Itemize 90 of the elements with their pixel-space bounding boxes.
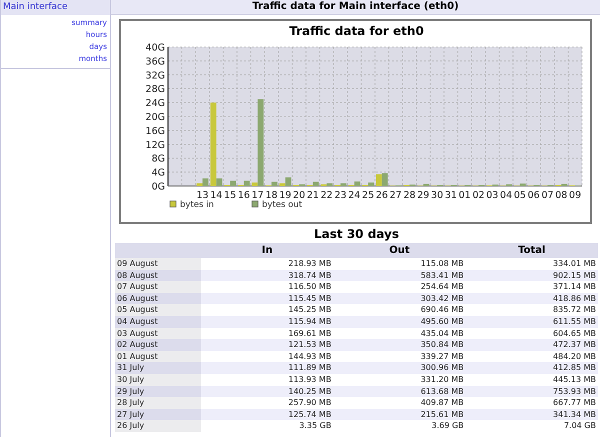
table-cell: 495.60 MB — [333, 316, 466, 328]
y-tick-label: 36G — [146, 56, 165, 68]
x-tick-label: 22 — [320, 190, 333, 201]
x-tick-label: 05 — [514, 190, 526, 201]
x-tick-label: 03 — [486, 190, 498, 201]
x-tick-label: 24 — [348, 190, 360, 201]
x-tick-label: 13 — [196, 190, 209, 201]
column-header: Total — [466, 243, 598, 258]
table-cell: 583.41 MB — [333, 270, 466, 282]
y-tick-label: 28G — [146, 84, 165, 96]
date-cell: 02 August — [115, 339, 201, 351]
date-cell: 06 August — [115, 292, 201, 304]
x-tick-label: 20 — [293, 190, 306, 201]
table-cell: 318.74 MB — [201, 270, 334, 282]
table-cell: 412.85 MB — [466, 362, 598, 374]
y-tick-label: 20G — [146, 112, 165, 123]
date-cell: 09 August — [115, 258, 201, 270]
x-tick-label: 07 — [541, 190, 554, 201]
x-tick-label: 01 — [458, 190, 471, 201]
y-tick-label: 12G — [146, 140, 165, 151]
x-tick-label: 28 — [403, 190, 416, 201]
date-cell: 29 July — [115, 386, 201, 398]
y-tick-label: 4G — [152, 168, 165, 179]
table-cell: 125.74 MB — [201, 408, 334, 420]
y-tick-label: 8G — [152, 154, 165, 165]
x-tick-label: 29 — [417, 190, 430, 201]
date-cell: 31 July — [115, 362, 201, 374]
x-tick-label: 15 — [224, 190, 236, 201]
table-cell: 350.84 MB — [333, 339, 466, 351]
date-cell: 04 August — [115, 316, 201, 328]
x-tick-label: 04 — [500, 190, 512, 201]
x-tick-label: 02 — [472, 190, 485, 201]
table-cell: 115.45 MB — [201, 292, 334, 304]
table-cell: 418.86 MB — [466, 292, 598, 304]
date-cell: 07 August — [115, 281, 201, 293]
x-tick-label: 25 — [362, 190, 374, 201]
x-tick-label: 08 — [555, 190, 568, 201]
sidebar-title[interactable]: Main interface — [1, 0, 110, 15]
y-tick-label: 24G — [146, 98, 165, 110]
table-cell: 753.93 MB — [466, 386, 598, 398]
date-cell: 27 July — [115, 408, 201, 420]
table-title: Last 30 days — [313, 226, 400, 242]
y-tick-label: 0G — [152, 182, 165, 192]
table-cell: 604.65 MB — [466, 328, 598, 340]
x-tick-label: 16 — [238, 190, 250, 201]
table-cell: 484.20 MB — [466, 350, 598, 362]
x-tick-label: 23 — [334, 190, 347, 201]
y-tick-label: 40G — [146, 42, 165, 54]
date-cell: 28 July — [115, 397, 201, 409]
table-cell: 435.04 MB — [333, 328, 466, 340]
date-cell: 26 July — [115, 420, 201, 432]
y-tick-label: 16G — [146, 126, 165, 137]
table-cell: 611.55 MB — [466, 316, 598, 328]
x-tick-label: 27 — [390, 190, 402, 201]
table-cell: 902.15 MB — [466, 270, 598, 282]
table-cell: 140.25 MB — [201, 386, 334, 398]
x-tick-label: 18 — [265, 190, 278, 201]
column-header: Out — [333, 243, 466, 258]
table-cell: 111.89 MB — [201, 362, 334, 374]
x-tick-label: 30 — [431, 190, 444, 201]
x-tick-label: 09 — [569, 190, 582, 201]
table-cell: 303.42 MB — [333, 292, 466, 304]
y-tick-label: 32G — [146, 70, 165, 82]
legend-label: bytes out — [262, 200, 302, 210]
table-cell: 339.27 MB — [333, 350, 466, 362]
table-cell: 121.53 MB — [201, 339, 334, 351]
date-cell: 03 August — [115, 328, 201, 340]
x-tick-label: 31 — [444, 190, 457, 201]
x-tick-label: 19 — [279, 190, 292, 201]
table-cell: 300.96 MB — [333, 362, 466, 374]
chart-title: Traffic data for eth0 — [289, 24, 424, 38]
table-cell: 472.37 MB — [466, 339, 598, 351]
x-tick-label: 26 — [376, 190, 388, 201]
table-cell: 169.61 MB — [201, 328, 334, 340]
column-header: In — [201, 243, 334, 258]
table-cell: 144.93 MB — [201, 350, 334, 362]
date-cell: 30 July — [115, 374, 201, 386]
date-cell: 08 August — [115, 270, 201, 282]
table-cell: 115.94 MB — [201, 316, 334, 328]
page-title: Traffic data for Main interface (eth0) — [111, 0, 600, 15]
x-tick-label: 17 — [252, 190, 264, 201]
table-cell: 341.34 MB — [466, 408, 598, 420]
x-tick-label: 14 — [210, 190, 222, 201]
date-cell: 05 August — [115, 304, 201, 316]
table-cell: 215.61 MB — [333, 408, 466, 420]
x-tick-label: 21 — [306, 190, 319, 201]
date-cell: 01 August — [115, 350, 201, 362]
legend-label: bytes in — [180, 200, 214, 210]
table-cell: 613.68 MB — [333, 386, 466, 398]
x-tick-label: 06 — [528, 190, 540, 201]
